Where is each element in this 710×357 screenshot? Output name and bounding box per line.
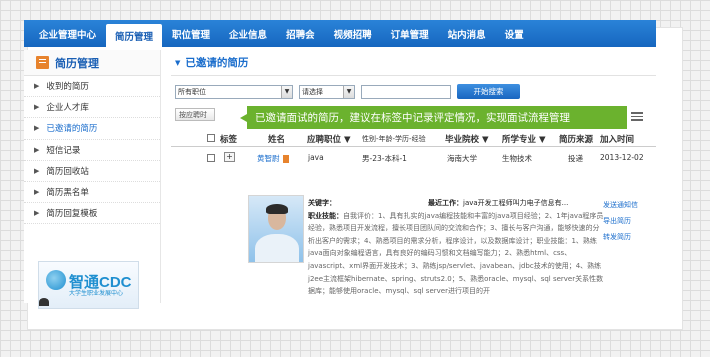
export-resume-link[interactable]: 导出简历 — [603, 213, 638, 229]
section-title-text: 已邀请的简历 — [185, 57, 249, 69]
sidebar-item-blacklist[interactable]: ▶ 简历黑名单 — [24, 182, 160, 204]
tab-settings[interactable]: 设置 — [496, 20, 533, 47]
row-checkbox[interactable] — [207, 154, 215, 162]
filter-select-value: 请选择 — [302, 87, 323, 96]
chevron-right-icon: ▶ — [34, 209, 40, 218]
tab-resume-management[interactable]: 简历管理 — [106, 24, 163, 47]
sidebar-title: 简历管理 — [55, 56, 99, 70]
sidebar-header: 简历管理 — [24, 50, 160, 76]
sort-button[interactable]: 按应聘时 — [175, 108, 215, 121]
cell-time: 2013-12-02 — [600, 153, 644, 162]
section-title: ▼ 已邀请的简历 — [171, 50, 656, 76]
header-major-label: 所学专业 — [502, 135, 537, 145]
resume-file-icon — [282, 155, 289, 163]
row-actions: 发送通知信 导出简历 转发简历 — [603, 197, 638, 245]
skills-text: 自我评价：1、具有扎实的java编程技能和丰富的java项目经验；2、1年jav… — [308, 211, 604, 296]
chevron-right-icon: ▶ — [34, 166, 40, 175]
sidebar-item-recycle-bin[interactable]: ▶ 简历回收站 — [24, 161, 160, 182]
list-view-icon[interactable] — [631, 112, 643, 121]
recent-work-value: java开发工程师叫力电子信息有... — [463, 199, 569, 207]
header-school[interactable]: 毕业院校 ▼ — [445, 133, 489, 145]
header-position-label: 应聘职位 — [307, 135, 342, 145]
tab-video-recruit[interactable]: 视频招聘 — [325, 20, 381, 47]
chevron-right-icon: ▶ — [34, 103, 40, 112]
keyword-label: 关键字： — [308, 199, 336, 207]
chevron-right-icon: ▶ — [34, 188, 40, 197]
header-school-label: 毕业院校 — [445, 135, 480, 145]
chevron-down-icon: ▼ — [281, 85, 292, 98]
cell-school: 海南大学 — [447, 154, 477, 163]
sidebar-item-label: 简历黑名单 — [46, 188, 89, 199]
tab-company-info[interactable]: 企业信息 — [220, 20, 276, 47]
cdc-logo-banner[interactable]: 智通CDC 大学生职业发展中心 — [38, 261, 139, 309]
chevron-down-icon: ▼ — [343, 85, 354, 98]
select-all-checkbox[interactable] — [207, 134, 215, 142]
sidebar-item-label: 简历回收站 — [46, 166, 89, 177]
candidate-name-text: 黄智尉 — [257, 154, 280, 163]
sidebar: 简历管理 ▶ 收到的简历 ▶ 企业人才库 ▶ 已邀请的简历 ▶ 短信记录 ▶ 简历回收站 … — [24, 50, 161, 309]
expand-button[interactable]: + — [224, 152, 235, 162]
cdc-logo-icon — [46, 270, 66, 290]
tab-site-messages[interactable]: 站内消息 — [439, 20, 495, 47]
hint-tooltip: 已邀请面试的简历，建议在标签中记录评定情况，实现面试流程管理 — [240, 106, 627, 129]
triangle-down-icon: ▼ — [175, 58, 181, 67]
sort-down-icon: ▼ — [481, 135, 489, 145]
header-info: 性别-年龄-学历-经验 — [362, 135, 426, 143]
cell-source: 投递 — [568, 154, 583, 163]
header-position[interactable]: 应聘职位 ▼ — [307, 133, 351, 145]
recent-work-label: 最近工作： — [428, 199, 463, 207]
chevron-right-icon: ▶ — [34, 145, 40, 154]
search-button[interactable]: 开始搜索 — [457, 84, 520, 99]
chevron-right-icon: ▶ — [34, 124, 40, 133]
table-row: + 黄智尉 java 男-23-本科-1 海南大学 生物技术 投递 2013-1… — [171, 151, 656, 165]
sort-down-icon: ▼ — [538, 135, 546, 145]
filter-bar: 所有职位 ▼ 请选择 ▼ 开始搜索 — [175, 84, 520, 99]
sidebar-item-invited[interactable]: ▶ 已邀请的简历 — [24, 118, 160, 140]
sidebar-item-reply-templates[interactable]: ▶ 简历回复模板 — [24, 203, 160, 225]
sort-down-icon: ▼ — [343, 135, 351, 145]
cell-info: 男-23-本科-1 — [362, 154, 407, 163]
book-icon — [36, 56, 49, 69]
sidebar-item-label: 短信记录 — [46, 145, 81, 156]
cell-position: java — [308, 153, 324, 162]
chevron-right-icon: ▶ — [34, 82, 40, 91]
top-nav: 企业管理中心 简历管理 职位管理 企业信息 招聘会 视频招聘 订单管理 站内消息… — [24, 20, 656, 47]
header-time: 加入时间 — [600, 135, 635, 145]
table-header: 标签 姓名 应聘职位 ▼ 性别-年龄-学历-经验 毕业院校 ▼ 所学专业 ▼ 简… — [171, 130, 656, 147]
candidate-photo — [248, 195, 304, 263]
search-input[interactable] — [361, 84, 451, 99]
header-name: 姓名 — [268, 135, 286, 145]
sidebar-item-received[interactable]: ▶ 收到的简历 — [24, 76, 160, 98]
filter-select[interactable]: 请选择 ▼ — [299, 84, 355, 99]
header-major[interactable]: 所学专业 ▼ — [502, 133, 546, 145]
sidebar-item-label: 企业人才库 — [46, 103, 89, 114]
tab-job-fair[interactable]: 招聘会 — [277, 20, 324, 47]
sidebar-item-label: 已邀请的简历 — [46, 124, 98, 135]
tab-enterprise-center[interactable]: 企业管理中心 — [30, 20, 105, 47]
logo-mascot-icon — [39, 298, 49, 306]
resume-detail: 关键字： 最近工作：java开发工程师叫力电子信息有... 职业技能：自我评价：… — [308, 197, 606, 298]
logo-subtitle: 大学生职业发展中心 — [69, 290, 124, 297]
sidebar-item-sms-records[interactable]: ▶ 短信记录 — [24, 140, 160, 161]
cell-major: 生物技术 — [502, 154, 532, 163]
forward-resume-link[interactable]: 转发简历 — [603, 229, 638, 245]
sidebar-item-talent-pool[interactable]: ▶ 企业人才库 — [24, 97, 160, 119]
position-select[interactable]: 所有职位 ▼ — [175, 84, 293, 99]
header-source: 简历来源 — [559, 135, 594, 145]
header-tag: 标签 — [220, 135, 238, 145]
candidate-name[interactable]: 黄智尉 — [257, 153, 289, 164]
sidebar-item-label: 收到的简历 — [46, 82, 89, 93]
tab-order-management[interactable]: 订单管理 — [382, 20, 438, 47]
sidebar-item-label: 简历回复模板 — [46, 209, 98, 220]
send-notice-link[interactable]: 发送通知信 — [603, 197, 638, 213]
tab-position-management[interactable]: 职位管理 — [163, 20, 219, 47]
page-bottom-spacer — [0, 330, 710, 357]
skills-label: 职业技能： — [308, 211, 343, 220]
position-select-value: 所有职位 — [178, 87, 206, 96]
